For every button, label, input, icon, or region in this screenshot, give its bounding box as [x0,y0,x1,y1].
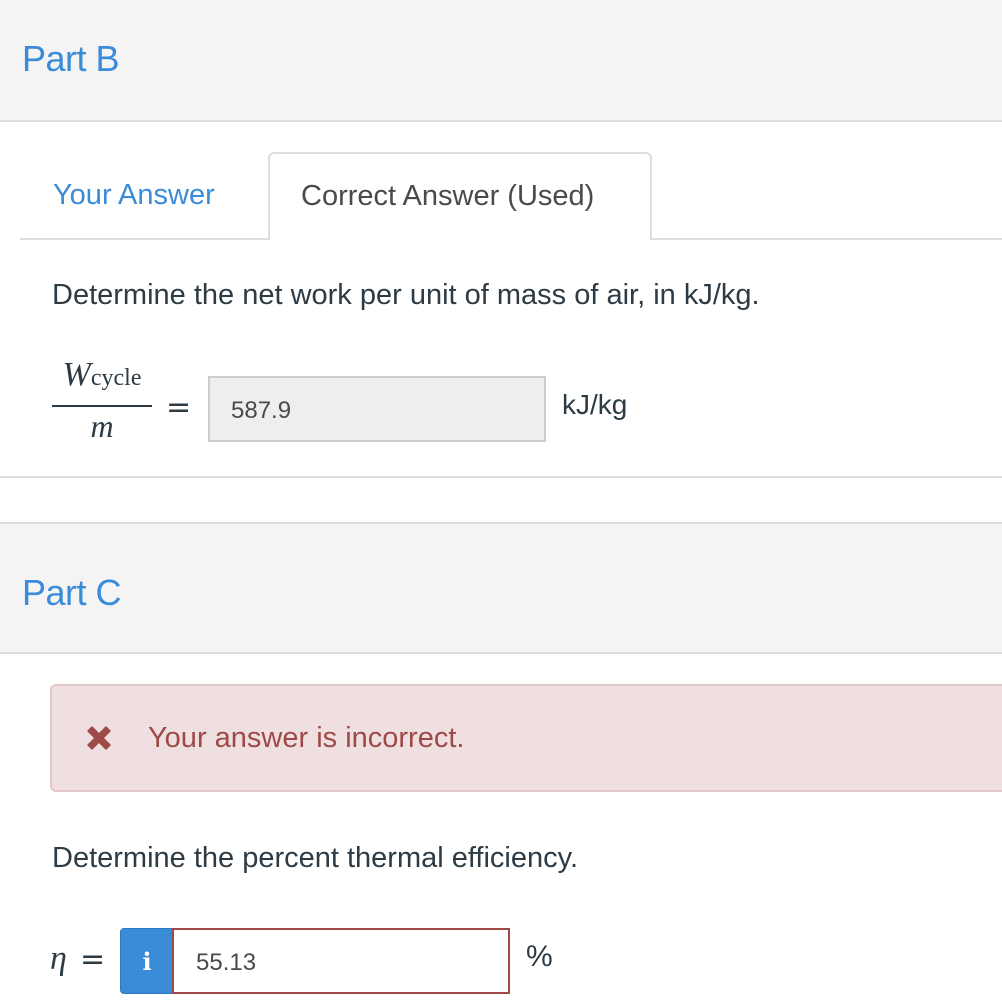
section-divider [0,476,1002,478]
work-per-mass-formula: Wcycle m [52,354,152,443]
equals-sign: = [166,390,192,425]
part-c-header: Part C [0,522,1002,654]
tab-correct-answer[interactable]: Correct Answer (Used) [268,152,652,240]
part-b-header: Part B [0,0,1002,122]
part-c-title: Part C [22,572,122,613]
tab-your-answer[interactable]: Your Answer [20,153,269,239]
formula-numerator: Wcycle [52,354,152,399]
info-button[interactable]: i [120,928,174,994]
efficiency-answer-input[interactable]: 55.13 [172,928,510,994]
part-b-answer-field: 587.9 [208,376,546,442]
part-b-title: Part B [22,38,120,79]
alert-message: Your answer is incorrect. [148,722,465,754]
part-b-unit: kJ/kg [562,389,628,420]
equals-sign: = [80,942,106,977]
formula-subscript: cycle [90,365,142,391]
x-icon [87,726,111,750]
formula-w: W [62,356,91,393]
percent-unit: % [526,940,553,973]
info-icon: i [142,946,152,976]
part-b-question: Determine the net work per unit of mass … [52,279,760,311]
formula-denominator: m [90,408,114,444]
eta-symbol: η [50,940,67,977]
incorrect-alert: Your answer is incorrect. [50,684,1002,792]
fraction-bar [52,405,152,407]
part-c-question: Determine the percent thermal efficiency… [52,842,579,874]
